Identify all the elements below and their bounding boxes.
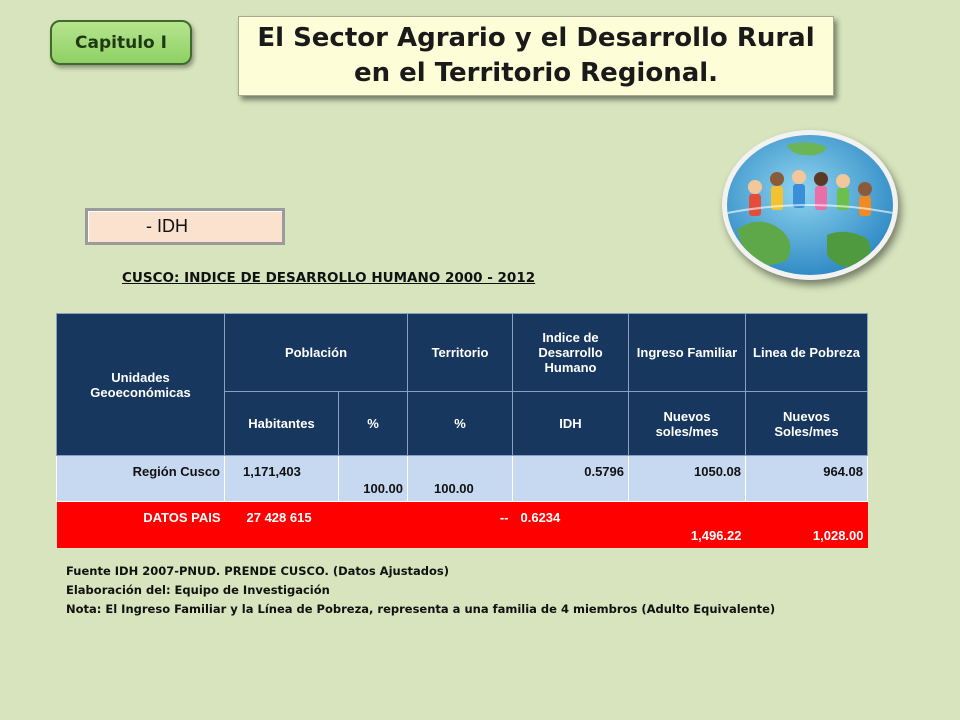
cell-habitantes: 27 428 615 [224, 501, 408, 548]
section-label-idh: - IDH [85, 208, 285, 245]
subheader-habitantes: Habitantes [224, 391, 339, 456]
header-poblacion: Población [224, 313, 408, 392]
subheader-pct-territorio: % [407, 391, 513, 456]
children-globe-image [722, 130, 898, 280]
header-ingreso: Ingreso Familiar [628, 313, 746, 392]
cell-pct-territorio: -- [407, 501, 513, 548]
cell-idh: 0.5796 [512, 455, 629, 502]
cell-pct-poblacion: 100.00 [338, 455, 408, 502]
footer-note: Nota: El Ingreso Familiar y la Línea de … [66, 602, 776, 616]
table-row-region-cusco: Región Cusco 1,171,403 100.00 100.00 0.5… [56, 455, 868, 502]
cell-linea: 1,028.00 [745, 501, 868, 548]
footer-elaboration: Elaboración del: Equipo de Investigación [66, 583, 330, 597]
cell-habitantes: 1,171,403 [224, 455, 339, 502]
subheader-linea-unit: Nuevos Soles/mes [745, 391, 868, 456]
header-linea: Linea de Pobreza [745, 313, 868, 392]
cell-ingreso: 1,496.22 [628, 501, 746, 548]
cell-linea: 964.08 [745, 455, 868, 502]
subheader-pct-poblacion: % [338, 391, 408, 456]
globe-illustration-icon [727, 135, 893, 275]
cell-unidad: DATOS PAIS [56, 501, 225, 548]
cell-unidad: Región Cusco [56, 455, 225, 502]
footer-source: Fuente IDH 2007-PNUD. PRENDE CUSCO. (Dat… [66, 564, 450, 578]
cell-idh: 0.6234 [512, 501, 629, 548]
subheader-idh: IDH [512, 391, 629, 456]
table-row-datos-pais: DATOS PAIS 27 428 615 -- 0.6234 1,496.22… [56, 501, 868, 548]
header-idh: Indice de Desarrollo Humano [512, 313, 629, 392]
footer-notes: Fuente IDH 2007-PNUD. PRENDE CUSCO. (Dat… [66, 562, 775, 619]
cell-ingreso: 1050.08 [628, 455, 746, 502]
idh-table: Unidades Geoeconómicas Población Territo… [56, 313, 868, 548]
chapter-button[interactable]: Capitulo I [50, 20, 192, 65]
cell-pct-territorio: 100.00 [407, 455, 513, 502]
header-territorio: Territorio [407, 313, 513, 392]
table-title: CUSCO: INDICE DE DESARROLLO HUMANO 2000 … [122, 270, 536, 286]
subheader-ingreso-unit: Nuevos soles/mes [628, 391, 746, 456]
header-unidades: Unidades Geoeconómicas [56, 313, 225, 456]
page-title: El Sector Agrario y el Desarrollo Rural … [238, 16, 834, 96]
